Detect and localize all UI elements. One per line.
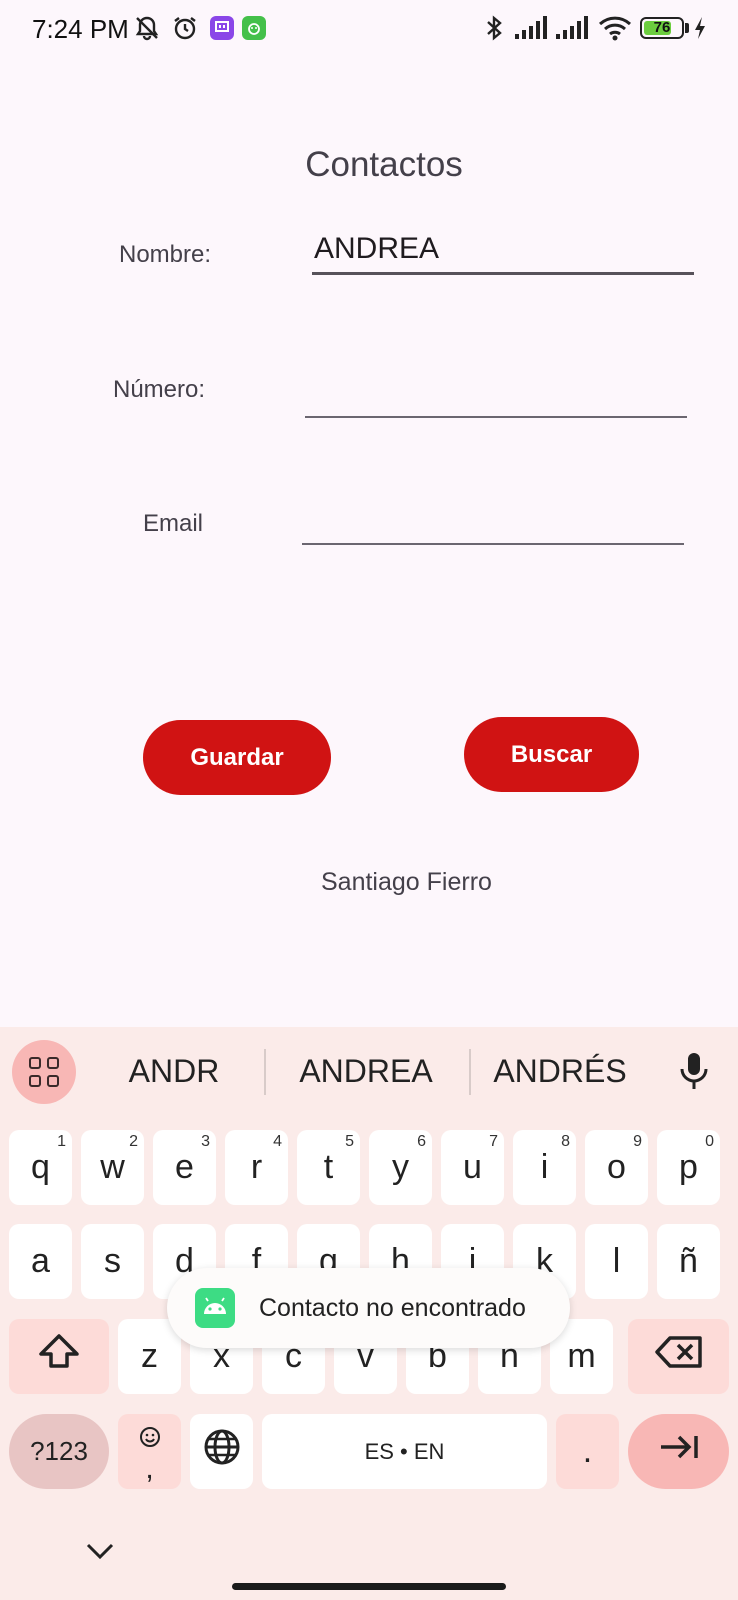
email-input[interactable]	[302, 498, 684, 540]
emoji-comma-key[interactable]: ,	[118, 1414, 181, 1489]
key-label: o	[607, 1148, 626, 1186]
key-z[interactable]: z	[118, 1319, 181, 1394]
nombre-label: Nombre:	[119, 241, 212, 268]
twitch-icon	[209, 13, 235, 43]
period-key[interactable]: .	[556, 1414, 619, 1489]
toast-message: Contacto no encontrado	[259, 1294, 526, 1322]
key-y[interactable]: y6	[369, 1130, 432, 1205]
key-o[interactable]: o9	[585, 1130, 648, 1205]
key-t[interactable]: t5	[297, 1130, 360, 1205]
key-label: u	[463, 1148, 482, 1186]
silent-bell-icon	[132, 13, 162, 43]
wifi-icon	[598, 13, 632, 43]
page-title: Contactos	[305, 145, 463, 184]
key-hint: 8	[561, 1133, 570, 1150]
backspace-key[interactable]	[628, 1319, 729, 1394]
numero-label: Número:	[113, 376, 206, 403]
home-indicator[interactable]	[232, 1583, 506, 1590]
comma-label: ,	[145, 1451, 154, 1485]
nombre-input[interactable]	[312, 228, 694, 270]
battery-nub	[685, 23, 689, 33]
status-time: 7:24 PM	[32, 14, 129, 44]
chevron-down-icon[interactable]	[84, 1540, 116, 1562]
email-underline	[302, 543, 684, 545]
enter-key[interactable]	[628, 1414, 729, 1489]
author-name: Santiago Fierro	[321, 868, 492, 896]
space-key[interactable]: ES • EN	[262, 1414, 547, 1489]
bluetooth-icon	[482, 13, 506, 43]
key-p[interactable]: p0	[657, 1130, 720, 1205]
key-label: i	[540, 1148, 549, 1186]
app-icon	[241, 13, 267, 43]
numero-input[interactable]	[305, 372, 687, 414]
microphone-icon[interactable]	[676, 1047, 712, 1095]
alarm-icon	[170, 13, 200, 43]
status-bar: 7:24 PM 76	[0, 0, 738, 56]
key-hint: 0	[705, 1133, 714, 1150]
suggestion-divider	[264, 1049, 266, 1095]
keyboard-menu-icon[interactable]	[12, 1040, 76, 1104]
key-l[interactable]: l	[585, 1224, 648, 1299]
emoji-icon	[139, 1420, 161, 1454]
suggestion-2[interactable]: ANDREA	[276, 1053, 456, 1090]
buscar-button[interactable]: Buscar	[464, 717, 639, 792]
shift-key[interactable]	[9, 1319, 109, 1394]
android-icon	[195, 1288, 235, 1328]
signal-icon	[556, 13, 590, 43]
key-hint: 4	[273, 1133, 282, 1150]
key-label: q	[31, 1148, 50, 1186]
suggestion-3[interactable]: ANDRÉS	[470, 1053, 650, 1090]
numero-underline	[305, 416, 687, 418]
key-r[interactable]: r4	[225, 1130, 288, 1205]
guardar-button[interactable]: Guardar	[143, 720, 331, 795]
key-u[interactable]: u7	[441, 1130, 504, 1205]
key-hint: 9	[633, 1133, 642, 1150]
key-label: r	[250, 1148, 263, 1186]
key-hint: 5	[345, 1133, 354, 1150]
key-hint: 7	[489, 1133, 498, 1150]
symbols-key[interactable]: ?123	[9, 1414, 109, 1489]
backspace-icon	[654, 1334, 704, 1379]
nombre-underline	[312, 272, 694, 275]
key-w[interactable]: w2	[81, 1130, 144, 1205]
battery-level: 76	[653, 19, 671, 36]
suggestion-1[interactable]: ANDR	[84, 1053, 264, 1090]
key-hint: 3	[201, 1133, 210, 1150]
key-label: w	[100, 1148, 125, 1186]
key-hint: 1	[57, 1133, 66, 1150]
key-a[interactable]: a	[9, 1224, 72, 1299]
key-hint: 2	[129, 1133, 138, 1150]
key-i[interactable]: i8	[513, 1130, 576, 1205]
key-q[interactable]: q1	[9, 1130, 72, 1205]
battery-icon: 76	[640, 17, 684, 39]
key-ñ[interactable]: ñ	[657, 1224, 720, 1299]
signal-icon	[515, 13, 549, 43]
key-e[interactable]: e3	[153, 1130, 216, 1205]
email-label: Email	[143, 510, 204, 537]
key-hint: 6	[417, 1133, 426, 1150]
suggestion-bar: ANDR ANDREA ANDRÉS	[0, 1027, 738, 1117]
globe-icon	[203, 1428, 241, 1475]
tab-arrow-icon	[657, 1432, 701, 1471]
shift-icon	[37, 1332, 81, 1381]
key-label: e	[175, 1148, 194, 1186]
key-label: t	[323, 1148, 334, 1186]
key-label: y	[392, 1148, 409, 1186]
charging-icon	[692, 13, 708, 43]
language-key[interactable]	[190, 1414, 253, 1489]
key-s[interactable]: s	[81, 1224, 144, 1299]
toast: Contacto no encontrado	[167, 1268, 570, 1348]
key-label: p	[679, 1148, 698, 1186]
